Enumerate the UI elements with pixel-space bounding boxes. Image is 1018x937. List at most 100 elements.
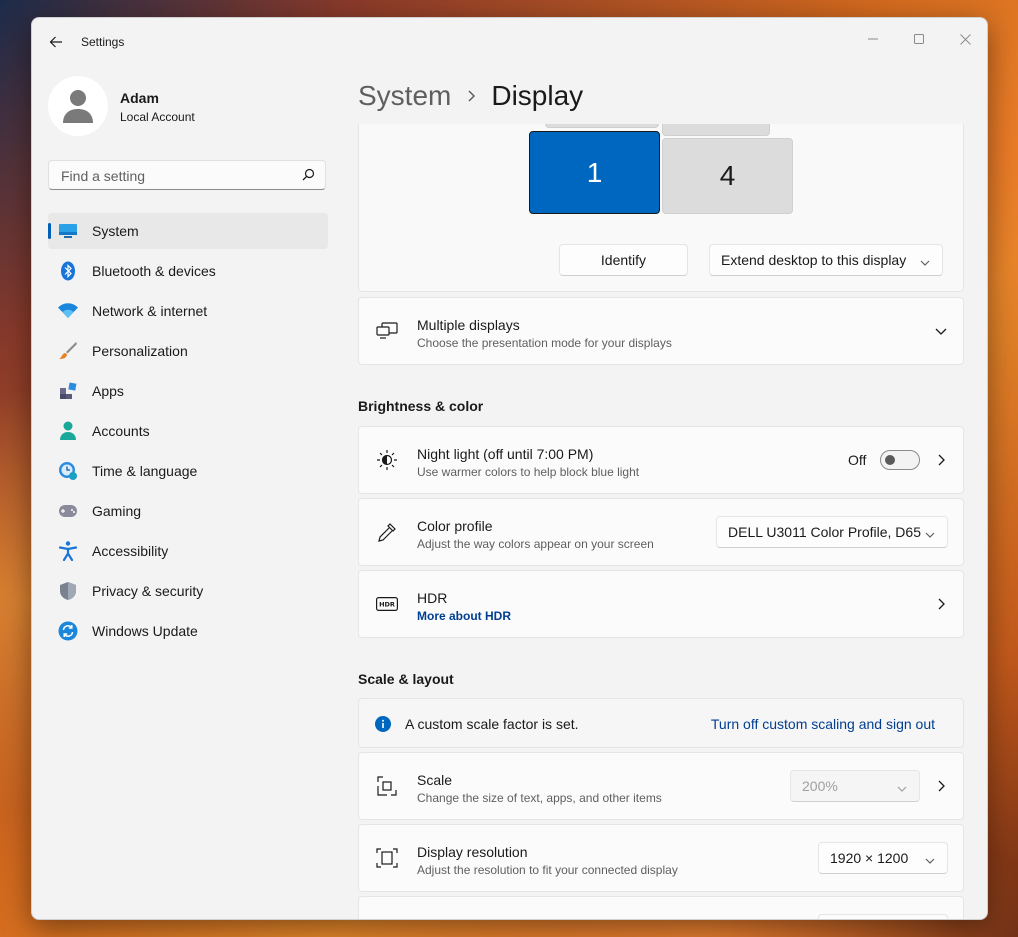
main-content: System Display 1 4 Identify Extend deskt… xyxy=(358,66,987,919)
title-bar: Settings xyxy=(32,18,987,66)
minimize-icon xyxy=(868,38,878,40)
hdr-card[interactable]: HDR HDR More about HDR xyxy=(358,570,964,638)
profile-account-type: Local Account xyxy=(120,110,195,124)
profile-name: Adam xyxy=(120,90,159,106)
breadcrumb: System Display xyxy=(358,74,583,118)
system-icon xyxy=(58,221,78,241)
night-light-subtitle: Use warmer colors to help block blue lig… xyxy=(417,465,640,479)
shield-icon xyxy=(58,581,78,601)
maximize-button[interactable] xyxy=(896,24,942,54)
chevron-right-icon xyxy=(467,89,477,103)
sidebar-item-label: Accessibility xyxy=(92,543,169,559)
monitor-partial-top-left[interactable] xyxy=(545,124,659,128)
color-profile-card: Color profile Adjust the way colors appe… xyxy=(358,498,964,566)
sidebar-item-time-language[interactable]: Time & language xyxy=(48,453,328,489)
sidebar: Adam Local Account System Bluetooth & de… xyxy=(32,66,342,919)
page-title: Display xyxy=(491,80,584,111)
sidebar-item-system[interactable]: System xyxy=(48,213,328,249)
hdr-title: HDR xyxy=(417,590,448,606)
multiple-displays-subtitle: Choose the presentation mode for your di… xyxy=(417,336,672,350)
app-title: Settings xyxy=(81,35,125,49)
monitor-partial-top-right[interactable] xyxy=(662,124,770,136)
color-profile-title: Color profile xyxy=(417,518,493,534)
breadcrumb-parent[interactable]: System xyxy=(358,80,451,112)
sidebar-item-label: Windows Update xyxy=(92,623,198,639)
scale-dropdown[interactable]: 200% xyxy=(790,770,920,802)
display-mode-value: Extend desktop to this display xyxy=(721,252,907,268)
color-profile-subtitle: Adjust the way colors appear on your scr… xyxy=(417,537,654,551)
hdr-link[interactable]: More about HDR xyxy=(417,609,511,623)
accounts-icon xyxy=(58,421,78,441)
night-light-state: Off xyxy=(848,452,867,468)
turn-off-custom-scaling-link[interactable]: Turn off custom scaling and sign out xyxy=(711,716,935,732)
toggle-knob xyxy=(885,455,895,465)
nav-list: System Bluetooth & devices Network & int… xyxy=(48,213,328,653)
sidebar-item-label: System xyxy=(92,223,139,239)
chevron-down-icon xyxy=(897,781,907,797)
gamepad-icon xyxy=(58,501,78,521)
monitor-1[interactable]: 1 xyxy=(529,131,660,214)
search-input[interactable] xyxy=(59,161,293,191)
search-icon[interactable] xyxy=(302,168,315,186)
custom-scale-message: A custom scale factor is set. xyxy=(405,716,579,732)
chevron-right-icon[interactable] xyxy=(933,596,949,612)
identify-button[interactable]: Identify xyxy=(559,244,688,276)
brightness-color-heading: Brightness & color xyxy=(358,398,484,414)
night-light-icon xyxy=(375,448,399,472)
display-orientation-card-partial xyxy=(358,896,964,919)
chevron-right-icon[interactable] xyxy=(933,778,949,794)
sidebar-item-bluetooth[interactable]: Bluetooth & devices xyxy=(48,253,328,289)
settings-window: Settings Adam Local Account Find a setti… xyxy=(31,17,988,920)
scale-value: 200% xyxy=(802,778,838,794)
sidebar-item-gaming[interactable]: Gaming xyxy=(48,493,328,529)
svg-text:HDR: HDR xyxy=(379,601,395,609)
eyedropper-icon xyxy=(375,520,399,544)
info-icon xyxy=(375,716,391,737)
back-arrow-icon xyxy=(49,36,62,48)
time-language-icon xyxy=(58,461,78,481)
update-icon xyxy=(58,621,78,641)
chevron-down-icon[interactable] xyxy=(933,323,949,339)
next-setting-dropdown-partial[interactable] xyxy=(818,914,948,919)
display-resolution-title: Display resolution xyxy=(417,844,528,860)
user-profile[interactable]: Adam Local Account xyxy=(48,76,338,136)
settings-scroll-area: 1 4 Identify Extend desktop to this disp… xyxy=(358,124,964,919)
night-light-card[interactable]: Night light (off until 7:00 PM) Use warm… xyxy=(358,426,964,494)
sidebar-item-label: Time & language xyxy=(92,463,198,479)
display-resolution-subtitle: Adjust the resolution to fit your connec… xyxy=(417,863,678,877)
scale-card[interactable]: Scale Change the size of text, apps, and… xyxy=(358,752,964,820)
sidebar-item-accounts[interactable]: Accounts xyxy=(48,413,328,449)
display-mode-dropdown[interactable]: Extend desktop to this display xyxy=(709,244,943,276)
sidebar-item-label: Network & internet xyxy=(92,303,208,319)
sidebar-item-privacy[interactable]: Privacy & security xyxy=(48,573,328,609)
display-arrangement-panel: 1 4 Identify Extend desktop to this disp… xyxy=(358,124,964,292)
bluetooth-icon xyxy=(58,261,78,281)
chevron-down-icon xyxy=(920,255,930,271)
chevron-right-icon[interactable] xyxy=(933,452,949,468)
display-resolution-value: 1920 × 1200 xyxy=(830,850,909,866)
sidebar-item-accessibility[interactable]: Accessibility xyxy=(48,533,328,569)
chevron-down-icon xyxy=(925,527,935,543)
sidebar-item-label: Privacy & security xyxy=(92,583,204,599)
maximize-icon xyxy=(914,34,924,44)
user-icon xyxy=(63,90,93,123)
monitor-4[interactable]: 4 xyxy=(662,138,793,214)
scale-icon xyxy=(375,774,399,798)
color-profile-dropdown[interactable]: DELL U3011 Color Profile, D65 xyxy=(716,516,948,548)
close-button[interactable] xyxy=(942,24,987,54)
sidebar-item-apps[interactable]: Apps xyxy=(48,373,328,409)
scale-subtitle: Change the size of text, apps, and other… xyxy=(417,791,662,805)
multiple-displays-card[interactable]: Multiple displays Choose the presentatio… xyxy=(358,297,964,365)
sidebar-item-network[interactable]: Network & internet xyxy=(48,293,328,329)
sidebar-item-windows-update[interactable]: Windows Update xyxy=(48,613,328,649)
apps-icon xyxy=(58,381,78,401)
back-button[interactable] xyxy=(44,30,68,54)
scale-title: Scale xyxy=(417,772,453,788)
display-resolution-dropdown[interactable]: 1920 × 1200 xyxy=(818,842,948,874)
hdr-icon: HDR xyxy=(375,592,399,616)
sidebar-item-personalization[interactable]: Personalization xyxy=(48,333,328,369)
night-light-toggle[interactable] xyxy=(880,450,920,470)
minimize-button[interactable] xyxy=(850,24,896,54)
search-box xyxy=(48,160,326,191)
avatar xyxy=(48,76,108,136)
